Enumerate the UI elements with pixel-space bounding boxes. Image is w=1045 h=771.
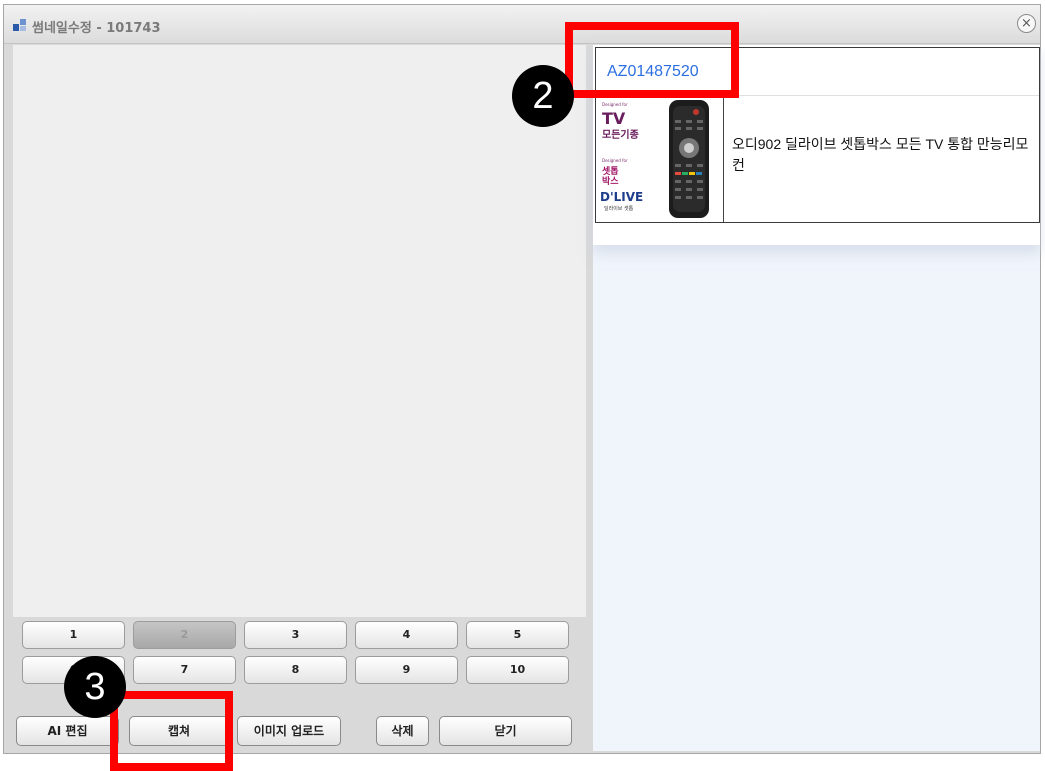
image-upload-button[interactable]: 이미지 업로드 [237,716,341,746]
delete-button[interactable]: 삭제 [376,716,429,746]
thumb-line-4: 박스 [602,175,619,187]
thumb-line-2: 모든기종 [602,128,639,141]
thumb-line-1: TV [602,109,626,128]
thumb-tag-2: Designed for [602,158,628,163]
page-button-7[interactable]: 7 [133,656,236,684]
step-marker-2: 2 [512,65,574,127]
page-button-3[interactable]: 3 [244,621,347,649]
page-button-2[interactable]: 2 [133,621,236,649]
page-button-9[interactable]: 9 [355,656,458,684]
app-icon [13,19,27,31]
remote-control-image [669,100,709,218]
thumb-tag-1: Designed for [602,102,628,107]
image-preview-area [13,45,586,617]
close-button[interactable]: 닫기 [439,716,572,746]
page-button-8[interactable]: 8 [244,656,347,684]
close-icon[interactable]: × [1017,14,1036,33]
product-name[interactable]: 오디902 딜라이브 셋톱박스 모든 TV 통합 만능리모컨 [732,134,1036,176]
product-list-pane: AZ01487520 Designed for TV 모든기종 Designed… [593,45,1040,751]
highlight-box-product-code [565,22,739,98]
thumb-sub: 딜라이브 셋톱 [604,205,634,212]
thumb-line-3: 셋톱 [602,165,619,177]
title-bar[interactable]: 썸네일수정 - 101743 × [4,5,1040,44]
page-button-5[interactable]: 5 [466,621,569,649]
thumb-brand: D'LIVE [600,190,643,204]
step-marker-3: 3 [64,656,126,718]
page-button-10[interactable]: 10 [466,656,569,684]
highlight-box-capture [110,691,233,771]
page-button-4[interactable]: 4 [355,621,458,649]
window-title: 썸네일수정 - 101743 [32,21,161,36]
page-button-1[interactable]: 1 [22,621,125,649]
product-thumbnail[interactable]: Designed for TV 모든기종 Designed for 셋톱 박스 … [596,96,724,222]
ai-edit-button[interactable]: AI 편집 [16,716,119,746]
